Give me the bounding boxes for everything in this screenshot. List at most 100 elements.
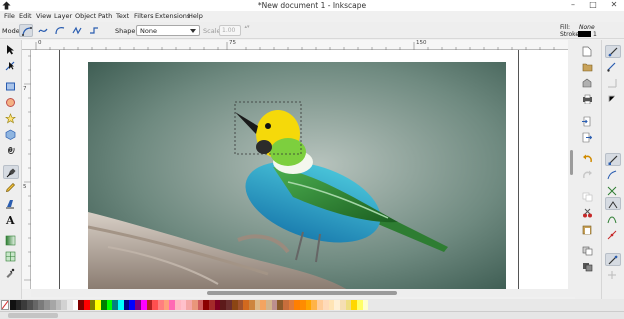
snap-centers-button[interactable] xyxy=(605,269,621,282)
3d-box-tool[interactable] xyxy=(3,128,19,142)
redo-button[interactable] xyxy=(580,169,596,182)
copy-icon xyxy=(582,192,593,202)
menu-filters[interactable]: Filters xyxy=(134,12,153,20)
snap-others-button[interactable] xyxy=(605,253,621,266)
menu-extensions[interactable]: Extensions xyxy=(155,12,190,20)
snap-edge-icon xyxy=(608,79,617,88)
status-scroll-thumb[interactable] xyxy=(8,313,58,318)
mode-spiro-button[interactable] xyxy=(36,24,50,37)
snap-smooth-nodes-button[interactable] xyxy=(605,213,621,226)
snap-nodes-button[interactable] xyxy=(605,153,621,166)
print-button[interactable] xyxy=(580,93,596,106)
mesh-tool[interactable] xyxy=(3,250,19,264)
pen-tool[interactable] xyxy=(3,165,19,179)
svg-text:A: A xyxy=(5,214,15,225)
snap-paths-button[interactable] xyxy=(605,169,621,182)
calligraphy-tool[interactable] xyxy=(3,197,19,211)
menu-path[interactable]: Path xyxy=(98,12,112,20)
gradient-tool[interactable] xyxy=(3,234,19,248)
clone-button[interactable] xyxy=(580,261,596,274)
snap-paths-icon xyxy=(607,170,617,180)
pencil-icon xyxy=(6,183,15,192)
snap-toggle-button[interactable] xyxy=(605,45,621,58)
snap-midpoints-button[interactable] xyxy=(605,229,621,242)
none-color-swatch[interactable] xyxy=(1,300,9,310)
ruler-label: 75 xyxy=(229,40,236,46)
fill-value[interactable]: None xyxy=(579,24,595,31)
snap-bbox-button[interactable] xyxy=(605,61,621,74)
minimize-button[interactable]: – xyxy=(565,0,581,10)
bird-photo[interactable] xyxy=(88,62,506,289)
menu-object[interactable]: Object xyxy=(75,12,96,20)
selector-tool[interactable] xyxy=(3,43,19,57)
stroke-swatch[interactable] xyxy=(578,31,591,37)
snap-bbox-edge-button[interactable] xyxy=(605,77,621,90)
clone-icon xyxy=(583,263,593,272)
calligraphy-icon xyxy=(6,200,14,209)
menu-file[interactable]: File xyxy=(4,12,15,20)
snap-bbox-corner-button[interactable] xyxy=(605,93,621,106)
fill-label: Fill: xyxy=(560,24,571,31)
3d-box-icon xyxy=(5,129,16,140)
color-swatch[interactable] xyxy=(362,300,369,310)
duplicate-button[interactable] xyxy=(580,245,596,258)
export-button[interactable] xyxy=(580,131,596,144)
scale-input[interactable]: 1.00 xyxy=(219,25,241,36)
dropper-tool[interactable] xyxy=(3,266,19,280)
import-button[interactable] xyxy=(580,115,596,128)
close-button[interactable]: ✕ xyxy=(606,0,622,10)
chevron-down-icon xyxy=(190,29,196,33)
snap-cusp-nodes-button[interactable] xyxy=(605,197,621,210)
new-document-icon xyxy=(582,46,592,57)
paste-button[interactable] xyxy=(580,223,596,236)
snap-cusp-icon xyxy=(608,201,618,209)
stroke-width-value[interactable]: 1 xyxy=(593,31,597,38)
zigzag-mode-icon xyxy=(72,26,82,35)
copy-button[interactable] xyxy=(580,191,596,204)
bspline-mode-icon xyxy=(55,27,65,35)
scale-stepper[interactable]: ▴▾ xyxy=(242,25,252,36)
star-tool[interactable] xyxy=(3,112,19,126)
print-icon xyxy=(583,94,592,104)
new-document-button[interactable] xyxy=(580,45,596,58)
vertical-scrollbar[interactable] xyxy=(568,40,575,297)
menu-help[interactable]: Help xyxy=(188,12,203,20)
cut-button[interactable] xyxy=(580,207,596,220)
mode-regular-bezier-button[interactable] xyxy=(19,24,33,37)
mode-paraxial-button[interactable] xyxy=(87,24,101,37)
gradient-icon xyxy=(5,235,16,246)
shape-select[interactable]: None xyxy=(136,25,200,36)
snap-corner-icon xyxy=(608,95,615,102)
menu-view[interactable]: View xyxy=(36,12,51,20)
undo-icon xyxy=(583,154,592,163)
snap-midpoint-icon xyxy=(607,230,617,240)
mesh-icon xyxy=(5,251,16,262)
maximize-button[interactable]: □ xyxy=(585,0,601,10)
save-button[interactable] xyxy=(580,77,596,90)
spiral-tool[interactable] xyxy=(3,144,19,158)
menu-edit[interactable]: Edit xyxy=(19,12,32,20)
menu-bar: File Edit View Layer Object Path Text Fi… xyxy=(0,11,624,22)
node-tool[interactable] xyxy=(3,59,19,73)
mode-zigzag-button[interactable] xyxy=(70,24,84,37)
vertical-scroll-thumb[interactable] xyxy=(570,150,573,175)
drawing-canvas[interactable] xyxy=(31,50,568,289)
rectangle-tool[interactable] xyxy=(3,80,19,94)
swatch-row xyxy=(10,300,369,310)
horizontal-scroll-thumb[interactable] xyxy=(207,291,397,295)
status-bar xyxy=(0,311,624,319)
snap-nodes-icon xyxy=(608,155,618,165)
ruler-label: 5 xyxy=(23,184,27,190)
menu-text[interactable]: Text xyxy=(116,12,129,20)
mode-bspline-button[interactable] xyxy=(53,24,67,37)
open-button[interactable] xyxy=(580,61,596,74)
undo-button[interactable] xyxy=(580,153,596,166)
ellipse-tool[interactable] xyxy=(3,96,19,110)
horizontal-scrollbar[interactable] xyxy=(31,289,568,297)
title-bar: *New document 1 - Inkscape – □ ✕ xyxy=(0,0,624,11)
rectangle-icon xyxy=(6,82,15,91)
text-tool[interactable]: A xyxy=(3,213,19,227)
menu-layer[interactable]: Layer xyxy=(54,12,72,20)
pencil-tool[interactable] xyxy=(3,181,19,195)
export-icon xyxy=(582,132,592,143)
